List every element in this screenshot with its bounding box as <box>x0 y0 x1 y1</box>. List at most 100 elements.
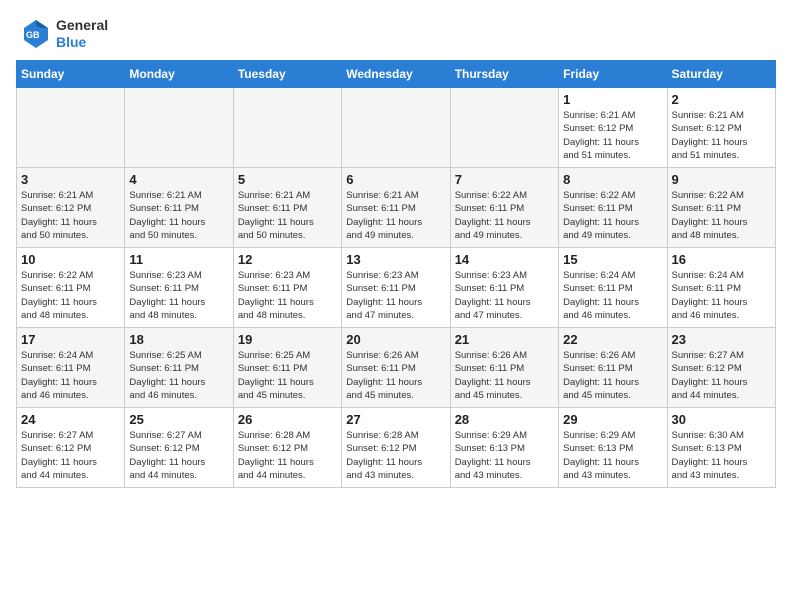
day-info: Sunrise: 6:22 AMSunset: 6:11 PMDaylight:… <box>563 189 662 242</box>
page-header: GB General Blue <box>16 16 776 52</box>
calendar-cell: 19Sunrise: 6:25 AMSunset: 6:11 PMDayligh… <box>233 328 341 408</box>
calendar-cell: 7 Sunrise: 6:22 AMSunset: 6:11 PMDaylight… <box>450 168 558 248</box>
calendar-cell: 3 Sunrise: 6:21 AMSunset: 6:12 PMDaylight… <box>17 168 125 248</box>
calendar-table: SundayMondayTuesdayWednesdayThursdayFrid… <box>16 60 776 488</box>
day-info: Sunrise: 6:23 AMSunset: 6:11 PMDaylight:… <box>238 269 337 322</box>
calendar-cell: 20 Sunrise: 6:26 AMSunset: 6:11 PMDayligh… <box>342 328 450 408</box>
calendar-cell <box>450 88 558 168</box>
day-info: Sunrise: 6:28 AMSunset: 6:12 PMDaylight:… <box>238 429 337 482</box>
calendar-cell: 28 Sunrise: 6:29 AMSunset: 6:13 PMDayligh… <box>450 408 558 488</box>
day-header-wednesday: Wednesday <box>342 61 450 88</box>
calendar-cell <box>233 88 341 168</box>
day-number: 4 <box>129 172 228 187</box>
calendar-cell: 29 Sunrise: 6:29 AMSunset: 6:13 PMDayligh… <box>559 408 667 488</box>
day-info: Sunrise: 6:25 AMSunset: 6:11 PMDaylight:… <box>129 349 228 402</box>
calendar-body: 1 Sunrise: 6:21 AMSunset: 6:12 PMDaylight… <box>17 88 776 488</box>
day-number: 6 <box>346 172 445 187</box>
day-info: Sunrise: 6:29 AMSunset: 6:13 PMDaylight:… <box>563 429 662 482</box>
week-row-1: 1 Sunrise: 6:21 AMSunset: 6:12 PMDaylight… <box>17 88 776 168</box>
day-number: 29 <box>563 412 662 427</box>
day-info: Sunrise: 6:21 AMSunset: 6:12 PMDaylight:… <box>672 109 771 162</box>
day-info: Sunrise: 6:21 AMSunset: 6:12 PMDaylight:… <box>21 189 120 242</box>
day-number: 11 <box>129 252 228 267</box>
calendar-cell: 8 Sunrise: 6:22 AMSunset: 6:11 PMDaylight… <box>559 168 667 248</box>
calendar-cell: 25 Sunrise: 6:27 AMSunset: 6:12 PMDayligh… <box>125 408 233 488</box>
day-number: 22 <box>563 332 662 347</box>
day-info: Sunrise: 6:22 AMSunset: 6:11 PMDaylight:… <box>21 269 120 322</box>
day-info: Sunrise: 6:27 AMSunset: 6:12 PMDaylight:… <box>672 349 771 402</box>
day-info: Sunrise: 6:24 AMSunset: 6:11 PMDaylight:… <box>563 269 662 322</box>
day-info: Sunrise: 6:21 AMSunset: 6:12 PMDaylight:… <box>563 109 662 162</box>
day-info: Sunrise: 6:25 AMSunset: 6:11 PMDaylight:… <box>238 349 337 402</box>
calendar-cell: 4 Sunrise: 6:21 AMSunset: 6:11 PMDaylight… <box>125 168 233 248</box>
day-number: 13 <box>346 252 445 267</box>
day-info: Sunrise: 6:26 AMSunset: 6:11 PMDaylight:… <box>563 349 662 402</box>
calendar-cell: 17 Sunrise: 6:24 AMSunset: 6:11 PMDayligh… <box>17 328 125 408</box>
day-info: Sunrise: 6:21 AMSunset: 6:11 PMDaylight:… <box>346 189 445 242</box>
day-info: Sunrise: 6:24 AMSunset: 6:11 PMDaylight:… <box>672 269 771 322</box>
day-info: Sunrise: 6:28 AMSunset: 6:12 PMDaylight:… <box>346 429 445 482</box>
day-info: Sunrise: 6:21 AMSunset: 6:11 PMDaylight:… <box>238 189 337 242</box>
calendar-cell: 13 Sunrise: 6:23 AMSunset: 6:11 PMDayligh… <box>342 248 450 328</box>
calendar-cell: 11Sunrise: 6:23 AMSunset: 6:11 PMDayligh… <box>125 248 233 328</box>
day-info: Sunrise: 6:27 AMSunset: 6:12 PMDaylight:… <box>129 429 228 482</box>
day-number: 27 <box>346 412 445 427</box>
day-header-saturday: Saturday <box>667 61 775 88</box>
day-number: 16 <box>672 252 771 267</box>
day-info: Sunrise: 6:27 AMSunset: 6:12 PMDaylight:… <box>21 429 120 482</box>
header-row: SundayMondayTuesdayWednesdayThursdayFrid… <box>17 61 776 88</box>
day-info: Sunrise: 6:26 AMSunset: 6:11 PMDaylight:… <box>455 349 554 402</box>
day-info: Sunrise: 6:22 AMSunset: 6:11 PMDaylight:… <box>672 189 771 242</box>
calendar-cell <box>125 88 233 168</box>
calendar-cell: 16 Sunrise: 6:24 AMSunset: 6:11 PMDayligh… <box>667 248 775 328</box>
day-number: 8 <box>563 172 662 187</box>
day-number: 17 <box>21 332 120 347</box>
calendar-cell: 24 Sunrise: 6:27 AMSunset: 6:12 PMDayligh… <box>17 408 125 488</box>
calendar-cell <box>342 88 450 168</box>
day-number: 7 <box>455 172 554 187</box>
logo-icon: GB <box>16 16 52 52</box>
day-header-sunday: Sunday <box>17 61 125 88</box>
calendar-cell: 18Sunrise: 6:25 AMSunset: 6:11 PMDayligh… <box>125 328 233 408</box>
day-number: 14 <box>455 252 554 267</box>
day-header-thursday: Thursday <box>450 61 558 88</box>
day-info: Sunrise: 6:21 AMSunset: 6:11 PMDaylight:… <box>129 189 228 242</box>
day-info: Sunrise: 6:26 AMSunset: 6:11 PMDaylight:… <box>346 349 445 402</box>
day-number: 1 <box>563 92 662 107</box>
logo-text: General Blue <box>56 17 108 51</box>
svg-text:GB: GB <box>26 30 40 40</box>
calendar-cell: 6 Sunrise: 6:21 AMSunset: 6:11 PMDaylight… <box>342 168 450 248</box>
calendar-cell: 21 Sunrise: 6:26 AMSunset: 6:11 PMDayligh… <box>450 328 558 408</box>
calendar-cell: 12 Sunrise: 6:23 AMSunset: 6:11 PMDayligh… <box>233 248 341 328</box>
day-number: 3 <box>21 172 120 187</box>
calendar-cell: 23 Sunrise: 6:27 AMSunset: 6:12 PMDayligh… <box>667 328 775 408</box>
day-number: 24 <box>21 412 120 427</box>
day-info: Sunrise: 6:22 AMSunset: 6:11 PMDaylight:… <box>455 189 554 242</box>
day-number: 12 <box>238 252 337 267</box>
day-info: Sunrise: 6:24 AMSunset: 6:11 PMDaylight:… <box>21 349 120 402</box>
calendar-cell: 30 Sunrise: 6:30 AMSunset: 6:13 PMDayligh… <box>667 408 775 488</box>
day-header-tuesday: Tuesday <box>233 61 341 88</box>
day-number: 15 <box>563 252 662 267</box>
day-number: 5 <box>238 172 337 187</box>
calendar-cell: 26Sunrise: 6:28 AMSunset: 6:12 PMDayligh… <box>233 408 341 488</box>
day-info: Sunrise: 6:23 AMSunset: 6:11 PMDaylight:… <box>346 269 445 322</box>
day-number: 10 <box>21 252 120 267</box>
day-info: Sunrise: 6:29 AMSunset: 6:13 PMDaylight:… <box>455 429 554 482</box>
day-number: 28 <box>455 412 554 427</box>
day-number: 23 <box>672 332 771 347</box>
calendar-cell: 1 Sunrise: 6:21 AMSunset: 6:12 PMDaylight… <box>559 88 667 168</box>
day-number: 25 <box>129 412 228 427</box>
calendar-cell: 2Sunrise: 6:21 AMSunset: 6:12 PMDaylight… <box>667 88 775 168</box>
day-number: 20 <box>346 332 445 347</box>
day-info: Sunrise: 6:30 AMSunset: 6:13 PMDaylight:… <box>672 429 771 482</box>
calendar-header: SundayMondayTuesdayWednesdayThursdayFrid… <box>17 61 776 88</box>
calendar-cell: 10 Sunrise: 6:22 AMSunset: 6:11 PMDayligh… <box>17 248 125 328</box>
day-info: Sunrise: 6:23 AMSunset: 6:11 PMDaylight:… <box>455 269 554 322</box>
day-number: 30 <box>672 412 771 427</box>
logo: GB General Blue <box>16 16 108 52</box>
calendar-cell: 9 Sunrise: 6:22 AMSunset: 6:11 PMDaylight… <box>667 168 775 248</box>
day-number: 9 <box>672 172 771 187</box>
day-number: 21 <box>455 332 554 347</box>
week-row-5: 24 Sunrise: 6:27 AMSunset: 6:12 PMDayligh… <box>17 408 776 488</box>
